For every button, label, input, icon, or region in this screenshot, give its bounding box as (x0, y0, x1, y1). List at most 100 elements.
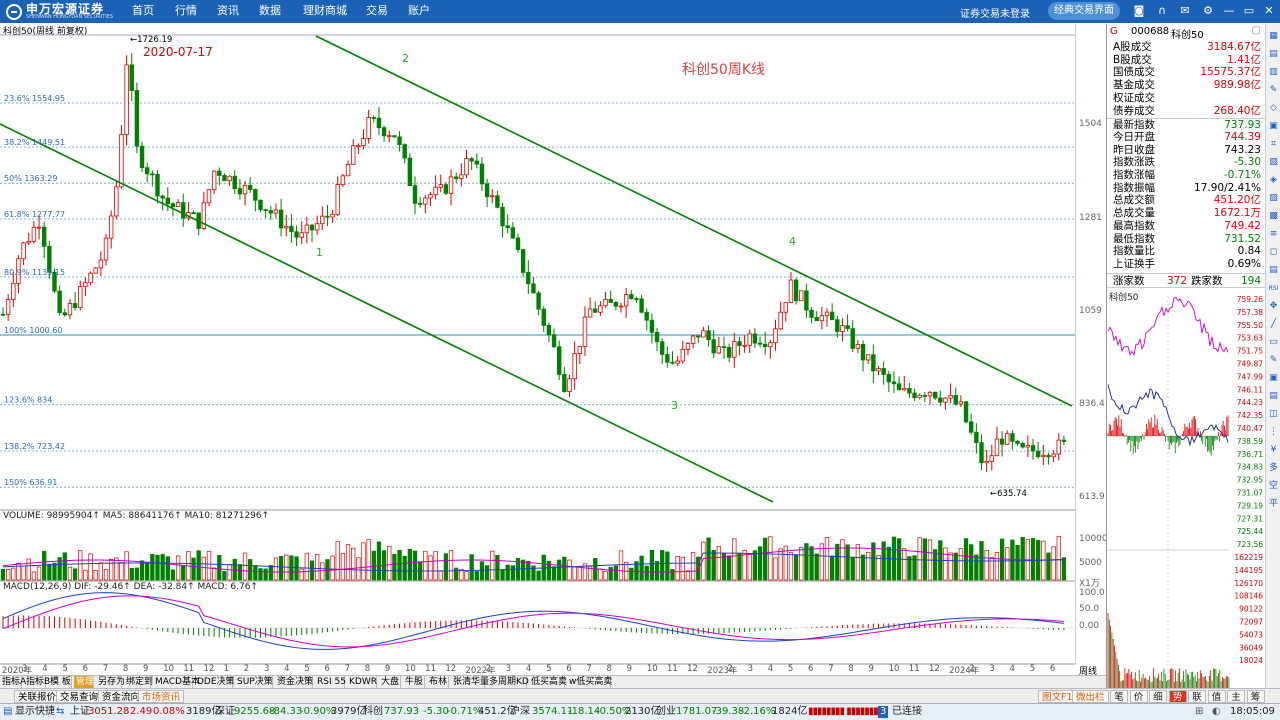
indicator-tab[interactable]: 大盘 (379, 676, 401, 688)
diamond-icon[interactable]: ◇ (1267, 102, 1280, 115)
lock-icon[interactable]: ⊞ (1195, 704, 1203, 720)
candle-body (546, 324, 552, 336)
nav-market[interactable]: 行情 (175, 4, 197, 18)
quote-view-tab[interactable]: 筹 (1246, 690, 1265, 703)
indicator-tab[interactable]: 指标B (24, 676, 50, 688)
more-icon[interactable]: ⋮ (1267, 426, 1280, 439)
line-tool-icon[interactable]: ╱ (1267, 318, 1280, 331)
nav-mall[interactable]: 理财商城 (303, 4, 347, 18)
move-icon[interactable]: ✥ (1267, 300, 1280, 313)
kline-chart[interactable]: 23.6% 1554.95 38.2% 1449.51 50% 1363.29 61.… (0, 24, 1075, 676)
indicator-tab[interactable]: 指标A (0, 676, 26, 688)
x-tick: 9 (868, 664, 874, 674)
shortcut-icon[interactable]: ▤ (3, 704, 12, 720)
gear-icon[interactable]: ⚙ (1201, 4, 1215, 18)
maximize-icon[interactable]: ▭ (1242, 4, 1256, 18)
nav-data[interactable]: 数据 (259, 4, 281, 18)
quote-view-tab[interactable]: 联 (1188, 690, 1206, 703)
pen-icon[interactable]: ✎ (1267, 84, 1280, 97)
classic-trade-button[interactable]: 经典交易界面 (1048, 2, 1120, 20)
bottom-tab[interactable]: 交易查询 (56, 690, 103, 703)
hs-name[interactable]: 沪深 (510, 704, 530, 720)
indicator-tab[interactable]: 低买高卖 (529, 676, 567, 688)
volume-bar (263, 568, 268, 581)
show-shortcut[interactable]: 显示快捷 (15, 704, 55, 720)
yen-icon[interactable]: ¥ (1267, 444, 1280, 457)
square-icon[interactable]: ▣ (1267, 372, 1280, 385)
headset-icon[interactable]: ∩ (1155, 4, 1169, 18)
candle-body (587, 308, 593, 318)
box-icon[interactable]: ▣ (1267, 120, 1280, 133)
indicator-tab[interactable]: 布林 (427, 676, 449, 688)
bull-icon[interactable]: 多 (1267, 462, 1280, 475)
indicator-tab[interactable]: 牛股 (403, 676, 425, 688)
connection-status[interactable]: 已连接 (892, 704, 922, 720)
indicator-tab[interactable]: 另存为 (96, 676, 125, 688)
quote-view-tab[interactable]: 值 (1207, 690, 1226, 703)
close-icon[interactable]: ✕ (1262, 4, 1276, 18)
indicator-tab[interactable]: MACD基本 (153, 676, 200, 688)
volume-bar (407, 548, 412, 581)
bottom-tab[interactable]: 关联报价 (14, 690, 61, 703)
nav-home[interactable]: 首页 (132, 4, 154, 18)
grid-icon[interactable]: ▥ (1267, 66, 1280, 79)
indicator-tab[interactable]: 绑定到 (124, 676, 153, 688)
target-icon[interactable]: ◈ (1267, 174, 1280, 187)
nav-trade[interactable]: 交易 (366, 4, 388, 18)
split-icon[interactable]: ◫ (1267, 408, 1280, 421)
menu-icon[interactable]: ≡ (1267, 228, 1280, 241)
hash-icon[interactable]: ⌗ (1267, 138, 1280, 151)
fill-icon[interactable]: ▨ (1267, 192, 1280, 205)
indicator-tab[interactable]: RSI 55 (315, 676, 346, 688)
rsi-icon[interactable]: RSI (1267, 282, 1280, 295)
pattern-icon[interactable]: ▧ (1267, 156, 1280, 169)
mail-icon[interactable]: ✉ (1178, 4, 1192, 18)
intraday-tick: 747.99 (1237, 372, 1263, 381)
indicator-tab[interactable]: w低买高卖 (567, 676, 612, 688)
quote-view-tab[interactable]: 价 (1129, 690, 1148, 703)
quote-value: 3184.67亿 (1207, 41, 1261, 53)
minimize-icon[interactable]: — (1222, 4, 1236, 18)
sz-name[interactable]: 深证 (215, 704, 235, 720)
volume-bar (31, 571, 37, 581)
intraday-chart[interactable]: 759.26 757.38 755.50 753.63 751.75 749.87 747.… (1107, 296, 1265, 688)
candle-body (670, 361, 675, 364)
indicator-tab[interactable]: DDE决策 (195, 676, 235, 688)
frame-icon[interactable]: ◻ (1267, 246, 1280, 259)
kline-tool-icon[interactable]: ▦ (1267, 30, 1280, 43)
table-icon[interactable]: ▤ (1267, 264, 1280, 277)
rect-tool-icon[interactable]: ▭ (1267, 336, 1280, 349)
indicator-tab[interactable]: SUP决策 (235, 676, 273, 688)
blocks-icon[interactable]: ▩ (1267, 210, 1280, 223)
f10-tab[interactable]: 微出栏 (1072, 690, 1109, 703)
x-tick: 8 (122, 664, 129, 674)
volume-bar (443, 553, 449, 581)
flat-icon[interactable]: 平 (1267, 498, 1280, 511)
cy-name[interactable]: 创业 (656, 704, 676, 720)
bear-icon[interactable]: 空 (1267, 480, 1280, 493)
quote-view-tab[interactable]: 细 (1149, 690, 1167, 703)
nav-news[interactable]: 资讯 (217, 4, 239, 18)
quote-view-tab[interactable]: 笔 (1110, 690, 1128, 703)
indicator-tab[interactable]: KDWR (347, 676, 377, 688)
draw-icon[interactable]: ✎ (1267, 354, 1280, 367)
volume-bar (1015, 545, 1020, 581)
indicator-tab[interactable]: 管理 (74, 676, 94, 688)
volume-title: VOLUME: 98995904↑ MA5: 88641176↑ MA10: 8… (3, 511, 270, 521)
login-status[interactable]: 证券交易未登录 (960, 5, 1030, 20)
nav-account[interactable]: 账户 (408, 4, 430, 18)
wallet-icon[interactable]: ◙ (1132, 4, 1146, 18)
indicator-tab[interactable]: 模 板 (48, 676, 72, 688)
indicator-tab[interactable]: 张清华量 (451, 676, 489, 688)
quote-view-tab[interactable]: 势 (1168, 690, 1187, 703)
bottom-tab[interactable]: 市场资讯 (138, 690, 185, 703)
list-icon[interactable]: ▤ (1267, 48, 1280, 61)
sound-icon[interactable]: ◐ (1212, 704, 1221, 720)
sheet-icon[interactable]: ▤ (1267, 390, 1280, 403)
kc-name[interactable]: 科创 (363, 704, 383, 720)
sh-name[interactable]: 上证 (70, 704, 90, 720)
indicator-tab[interactable]: 多周期KD (487, 676, 529, 688)
quote-view-tab[interactable]: 主 (1227, 690, 1245, 703)
expand-icon[interactable]: ▢ (1252, 25, 1261, 36)
indicator-tab[interactable]: 资金决策 (275, 676, 313, 688)
